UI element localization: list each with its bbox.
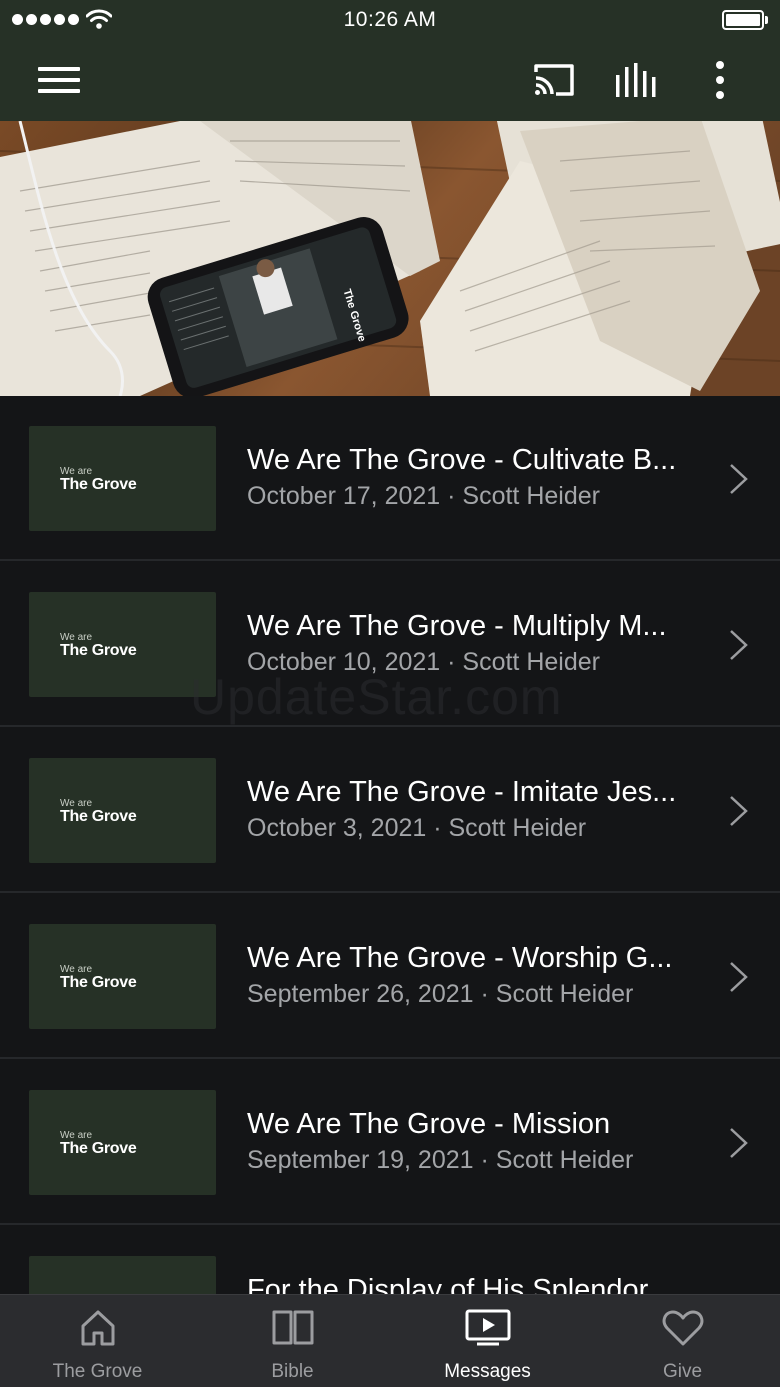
sermon-title: We Are The Grove - Multiply M... <box>247 610 667 642</box>
sermon-row[interactable]: We are The Grove We Are The Grove - Cult… <box>0 396 780 561</box>
chevron-right-icon <box>730 464 748 494</box>
thumbnail-title-text: The Grove <box>60 642 137 659</box>
thumbnail-title-text: The Grove <box>60 1140 137 1157</box>
tab-messages[interactable]: Messages <box>390 1295 585 1387</box>
sermon-subtitle: September 26, 2021 · Scott Heider <box>247 980 634 1008</box>
thumbnail-title-text: The Grove <box>60 808 137 825</box>
sermon-title: We Are The Grove - Worship G... <box>247 942 673 974</box>
bottom-tab-bar: The Grove Bible Messages Give <box>0 1294 780 1387</box>
sermon-row[interactable]: We are The Grove We Are The Grove - Mult… <box>0 562 780 727</box>
thumbnail-title-text: The Grove <box>60 974 137 991</box>
sermon-thumbnail <box>29 1256 216 1294</box>
tab-label: Give <box>662 1361 703 1382</box>
sermon-row[interactable]: We are The Grove We Are The Grove - Wors… <box>0 894 780 1059</box>
tab-label: Bible <box>271 1361 314 1382</box>
sermon-row[interactable]: We are The Grove We Are The Grove - Miss… <box>0 1060 780 1225</box>
sermon-title: We Are The Grove - Cultivate B... <box>247 444 677 476</box>
thumbnail-title-text: The Grove <box>60 476 137 493</box>
sermon-title: We Are The Grove - Mission <box>247 1108 611 1140</box>
sermon-thumbnail: We are The Grove <box>29 426 216 531</box>
book-icon <box>272 1310 313 1345</box>
sermon-subtitle: October 3, 2021 · Scott Heider <box>247 814 587 842</box>
tv-play-icon <box>465 1309 510 1346</box>
tab-bible[interactable]: Bible <box>195 1295 390 1387</box>
cast-icon[interactable] <box>528 56 580 104</box>
sermon-row[interactable]: We are The Grove We Are The Grove - Imit… <box>0 728 780 893</box>
sermon-subtitle: October 17, 2021 · Scott Heider <box>247 482 600 510</box>
sermon-title: For the Display of His Splendor <box>247 1274 649 1294</box>
sermon-thumbnail: We are The Grove <box>29 1090 216 1195</box>
heart-icon <box>662 1310 703 1346</box>
chevron-right-icon <box>730 630 748 660</box>
chevron-right-icon <box>730 962 748 992</box>
sermon-thumbnail: We are The Grove <box>29 758 216 863</box>
battery-icon <box>722 10 768 30</box>
sermon-subtitle: September 19, 2021 · Scott Heider <box>247 1146 634 1174</box>
sermon-list: We are The Grove We Are The Grove - Cult… <box>0 396 780 1294</box>
more-vertical-icon[interactable] <box>700 56 740 104</box>
hero-image: The Grove <box>0 121 780 396</box>
sermon-thumbnail: We are The Grove <box>29 924 216 1029</box>
tab-give[interactable]: Give <box>585 1295 780 1387</box>
home-icon <box>81 1310 114 1346</box>
chevron-right-icon <box>730 796 748 826</box>
chevron-right-icon <box>730 1128 748 1158</box>
tab-label: Messages <box>444 1361 531 1382</box>
sermon-thumbnail: We are The Grove <box>29 592 216 697</box>
status-time: 10:26 AM <box>343 8 437 31</box>
tab-label: The Grove <box>52 1361 143 1382</box>
sermon-title: We Are The Grove - Imitate Jes... <box>247 776 677 808</box>
audio-bars-icon[interactable] <box>610 56 664 104</box>
hamburger-menu-icon[interactable] <box>30 58 88 102</box>
tab-the-grove[interactable]: The Grove <box>0 1295 195 1387</box>
app-bar <box>0 40 780 121</box>
sermon-row[interactable]: For the Display of His Splendor <box>0 1226 780 1294</box>
status-bar: 10:26 AM <box>0 0 780 40</box>
sermon-subtitle: October 10, 2021 · Scott Heider <box>247 648 600 676</box>
